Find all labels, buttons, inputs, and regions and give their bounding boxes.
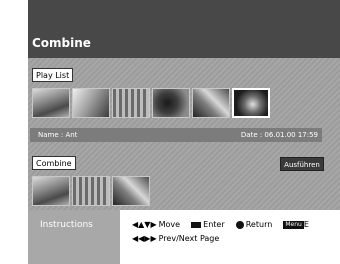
combine-label: Combine xyxy=(32,156,76,170)
title-name: Name : Ant xyxy=(38,131,78,139)
playlist-thumbnail-selected[interactable] xyxy=(232,88,270,118)
page-title: Combine xyxy=(32,36,91,50)
skip-keys-icon: ◀◀▶▶ xyxy=(132,234,157,243)
arrow-keys-icon: ◀▲▼▶ xyxy=(132,220,157,229)
menu-icon: Menu xyxy=(283,220,304,229)
page-label: Prev/Next Page xyxy=(158,234,220,243)
playlist-thumbnails xyxy=(32,88,272,118)
content-panel: Play List Name : Ant Date : 06.01.00 17:… xyxy=(28,58,340,210)
return-label: Return xyxy=(245,220,273,229)
instructions-bar: Instructions ◀▲▼▶ Move Enter Return Menu E… xyxy=(28,210,340,264)
key-guide-row: ◀◀▶▶ Prev/Next Page xyxy=(132,232,309,246)
enter-icon xyxy=(191,221,202,228)
instructions-label: Instructions xyxy=(28,210,120,264)
combine-thumbnail[interactable] xyxy=(32,176,70,206)
title-date: Date : 06.01.00 17:59 xyxy=(240,131,318,139)
playlist-thumbnail[interactable] xyxy=(32,88,70,118)
enter-label: Enter xyxy=(203,220,225,229)
playlist-thumbnail[interactable] xyxy=(152,88,190,118)
title-info-bar: Name : Ant Date : 06.01.00 17:59 xyxy=(30,128,322,142)
key-guide: ◀▲▼▶ Move Enter Return Menu E ◀◀▶▶ Prev/Nex… xyxy=(132,218,309,246)
combine-thumbnail[interactable] xyxy=(72,176,110,206)
execute-button[interactable]: Ausführen xyxy=(280,157,324,171)
key-guide-row: ◀▲▼▶ Move Enter Return Menu E xyxy=(132,218,309,232)
playlist-label: Play List xyxy=(32,68,74,82)
dvd-menu-screen: Combine Play List Name : Ant Date : 06.0… xyxy=(28,0,340,264)
combine-thumbnail[interactable] xyxy=(112,176,150,206)
playlist-thumbnail[interactable] xyxy=(72,88,110,118)
move-label: Move xyxy=(158,220,181,229)
combine-thumbnails xyxy=(32,176,152,206)
title-bar: Combine xyxy=(28,0,340,58)
exit-label: E xyxy=(303,220,309,229)
playlist-thumbnail[interactable] xyxy=(192,88,230,118)
playlist-thumbnail[interactable] xyxy=(112,88,150,118)
return-icon xyxy=(235,220,244,229)
